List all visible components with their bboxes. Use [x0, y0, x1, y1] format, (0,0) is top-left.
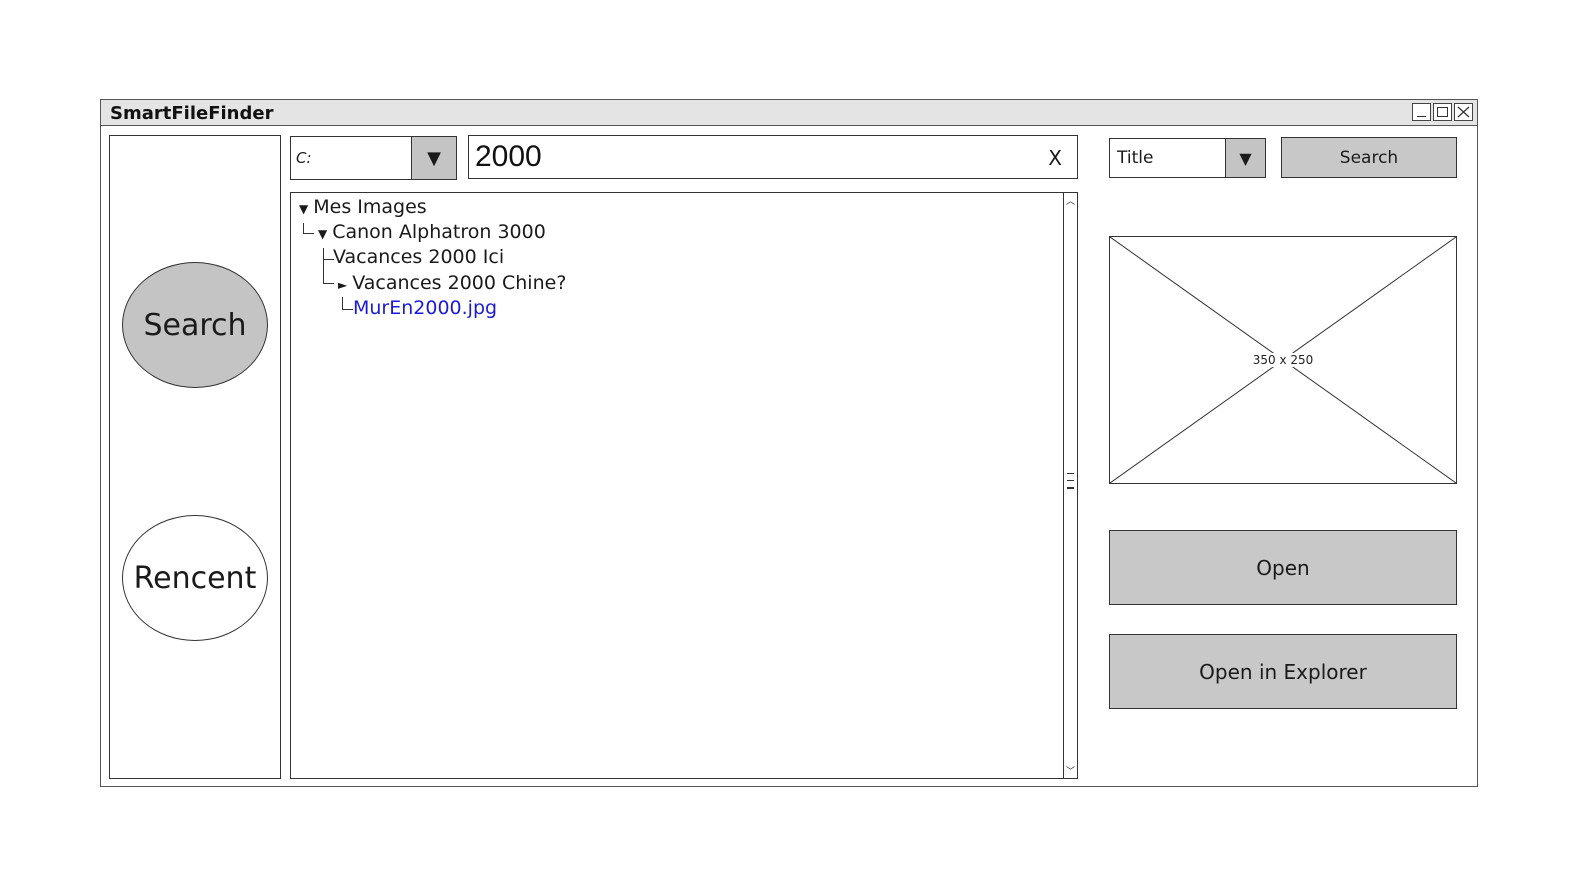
- window-controls: [1412, 103, 1473, 121]
- chevron-down-icon[interactable]: ▼: [1225, 139, 1265, 177]
- tree-item-canon[interactable]: ▼ Canon Alphatron 3000: [318, 221, 546, 243]
- file-tree: ▼ Mes Images ▼ Canon Alphatron 3000 Vacanc…: [290, 192, 1078, 779]
- minimize-icon[interactable]: [1412, 103, 1431, 121]
- tree-connector: [303, 223, 314, 234]
- sort-select-value: Title: [1117, 148, 1154, 168]
- app-window: SmartFileFinder Search Rencent C: ▼ X ▼ M…: [100, 99, 1478, 787]
- sidebar-recent-button[interactable]: Rencent: [122, 515, 268, 641]
- tree-item-label: MurEn2000.jpg: [353, 297, 498, 319]
- tree-item-vacances-chine[interactable]: ► Vacances 2000 Chine?: [338, 272, 566, 294]
- tree-expanded-icon[interactable]: ▼: [318, 227, 327, 241]
- chevron-down-icon[interactable]: ▼: [411, 137, 456, 179]
- image-preview: 350 x 250: [1109, 236, 1457, 484]
- clear-search-button[interactable]: X: [1048, 146, 1062, 170]
- sidebar: Search Rencent: [109, 135, 281, 779]
- scroll-grip-icon[interactable]: [1067, 473, 1074, 497]
- tree-item-label: Mes Images: [313, 196, 427, 218]
- open-in-explorer-button[interactable]: Open in Explorer: [1109, 634, 1457, 709]
- tree-item-label: Canon Alphatron 3000: [332, 221, 546, 243]
- tree-item-label: Vacances 2000 Ici: [333, 246, 505, 268]
- tree-expanded-icon[interactable]: ▼: [299, 202, 308, 216]
- tree-item-mes-images[interactable]: ▼ Mes Images: [299, 196, 427, 218]
- tree-scrollbar[interactable]: ︿ ﹀: [1063, 193, 1077, 778]
- search-input[interactable]: [473, 138, 1037, 176]
- tree-item-label: Vacances 2000 Chine?: [352, 272, 567, 294]
- window-title: SmartFileFinder: [110, 103, 274, 124]
- tree-item-file[interactable]: MurEn2000.jpg: [353, 297, 497, 319]
- scroll-down-icon[interactable]: ﹀: [1066, 764, 1075, 777]
- preview-dimensions: 350 x 250: [1250, 353, 1316, 367]
- title-bar: SmartFileFinder: [101, 100, 1477, 126]
- search-field[interactable]: X: [468, 135, 1078, 179]
- scroll-up-icon[interactable]: ︿: [1066, 194, 1075, 207]
- maximize-icon[interactable]: [1433, 103, 1452, 121]
- drive-select-value: C:: [296, 149, 312, 167]
- sort-select[interactable]: Title ▼: [1109, 138, 1266, 178]
- tree-item-vacances-ici[interactable]: Vacances 2000 Ici: [333, 246, 504, 268]
- tree-collapsed-icon[interactable]: ►: [338, 278, 347, 292]
- tree-connector: [342, 297, 353, 310]
- tree-connector: [323, 260, 334, 284]
- close-icon[interactable]: [1454, 103, 1473, 121]
- search-button[interactable]: Search: [1281, 137, 1457, 178]
- open-button[interactable]: Open: [1109, 530, 1457, 605]
- sidebar-search-button[interactable]: Search: [122, 262, 268, 388]
- drive-select[interactable]: C: ▼: [290, 136, 457, 180]
